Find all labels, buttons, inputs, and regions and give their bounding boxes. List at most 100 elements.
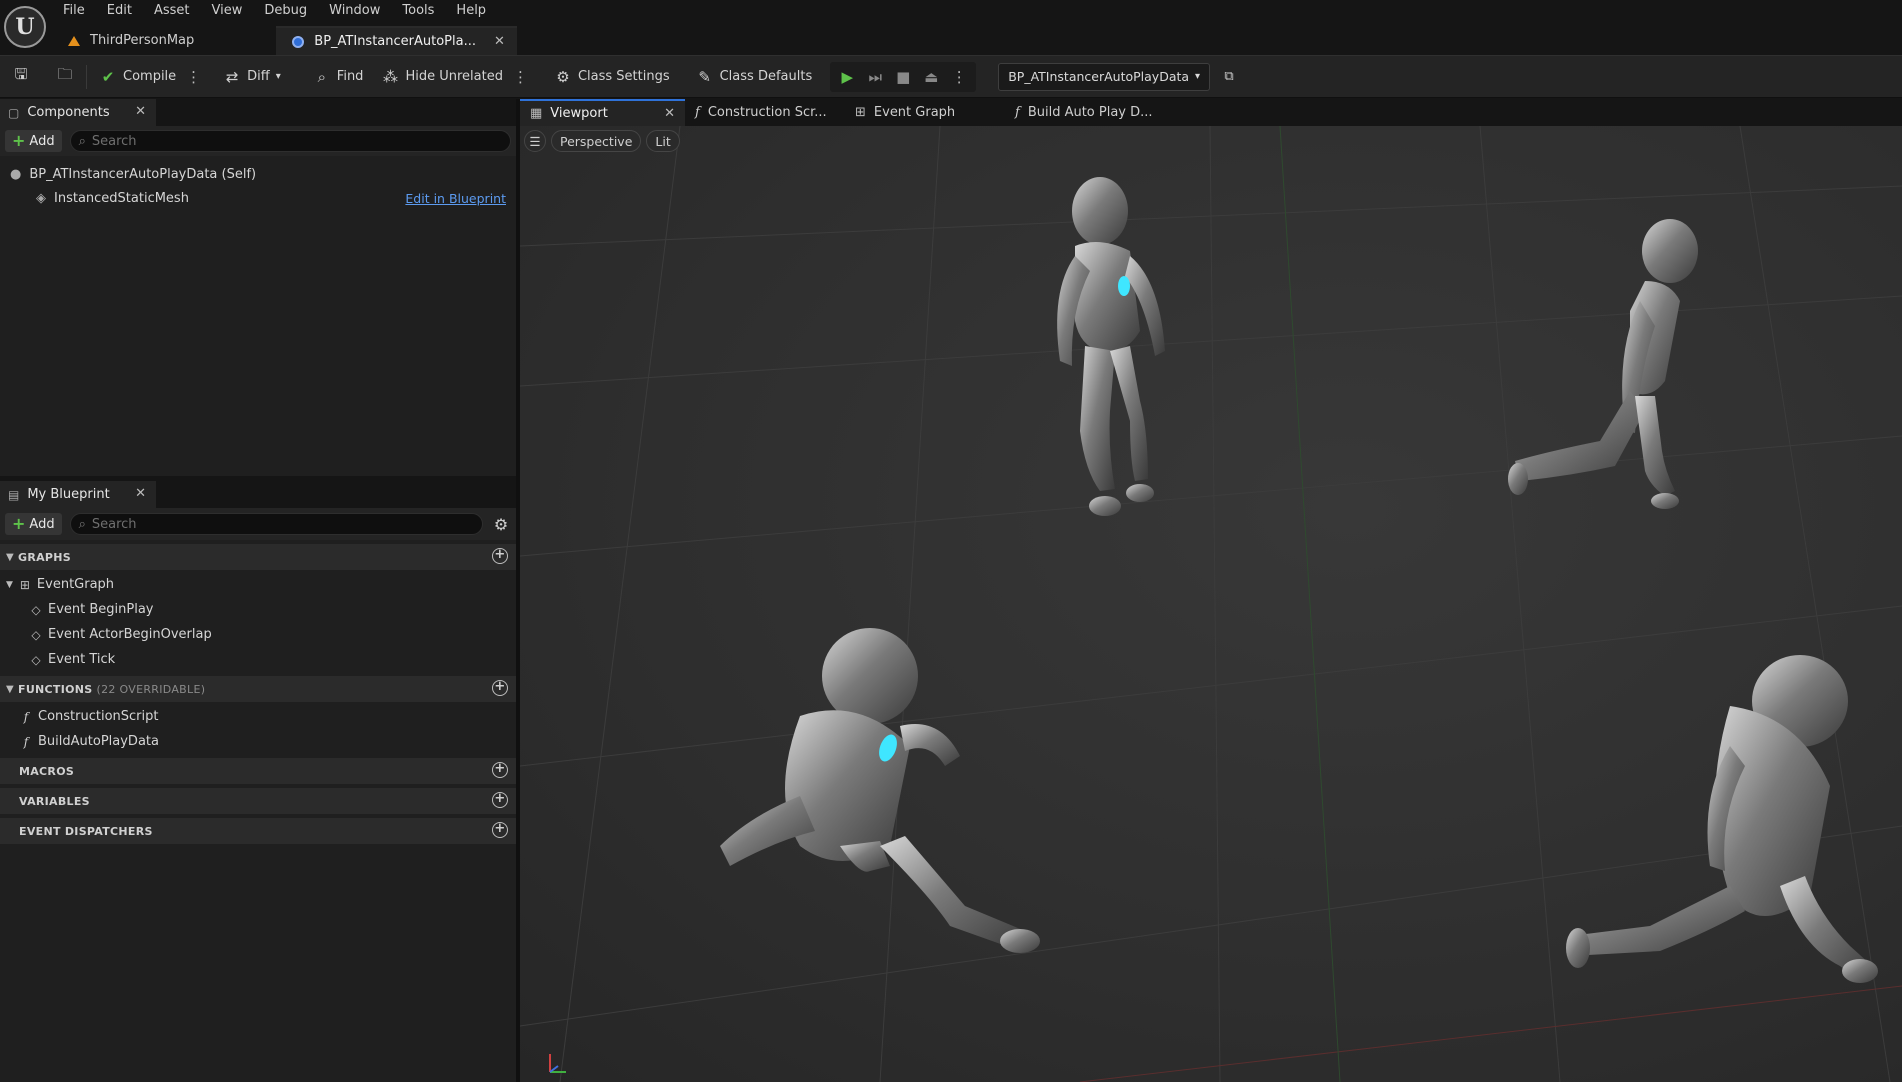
tab-my-blueprint[interactable]: ▤ My Blueprint ✕ bbox=[0, 481, 156, 508]
class-defaults-button[interactable]: ✎ Class Defaults bbox=[690, 62, 819, 92]
function-icon: f bbox=[695, 105, 700, 120]
section-graphs[interactable]: ▼ GRAPHS + bbox=[0, 544, 516, 570]
tab-event-graph[interactable]: ⊞ Event Graph bbox=[845, 99, 1005, 126]
function-item[interactable]: f BuildAutoPlayData bbox=[0, 729, 516, 754]
edit-in-blueprint-link[interactable]: Edit in Blueprint bbox=[405, 191, 506, 206]
browse-folder-icon: 🗀 bbox=[57, 65, 73, 83]
close-icon[interactable]: ✕ bbox=[135, 486, 146, 501]
perspective-button[interactable]: Perspective bbox=[551, 130, 642, 152]
chevron-down-icon: ▾ bbox=[275, 71, 281, 82]
level-map-icon bbox=[68, 35, 80, 46]
function-item[interactable]: f ConstructionScript bbox=[0, 704, 516, 729]
tab-label: Build Auto Play D... bbox=[1027, 105, 1153, 120]
add-macro-icon[interactable]: + bbox=[492, 762, 508, 778]
add-graph-icon[interactable]: + bbox=[492, 548, 508, 564]
menu-file[interactable]: File bbox=[52, 0, 96, 22]
diff-label: Diff bbox=[247, 69, 270, 84]
doc-tab-thirdpersonmap[interactable]: ThirdPersonMap bbox=[52, 26, 276, 55]
add-dispatcher-icon[interactable]: + bbox=[492, 822, 508, 838]
browse-debug-button[interactable]: ⧉ bbox=[1214, 62, 1244, 92]
graph-event-item[interactable]: ◇ Event ActorBeginOverlap bbox=[0, 622, 516, 647]
components-toolbar: + Add ⌕ bbox=[0, 126, 516, 156]
event-icon: ◇ bbox=[31, 602, 41, 617]
play-options-icon[interactable]: ⋮ bbox=[946, 64, 972, 90]
mannequin-figure[interactable] bbox=[1480, 211, 1710, 631]
section-event-dispatchers[interactable]: EVENT DISPATCHERS + bbox=[0, 818, 516, 844]
doc-tab-label: BP_ATInstancerAutoPla... bbox=[314, 34, 477, 49]
function-icon: f bbox=[23, 709, 29, 724]
mannequin-figure[interactable] bbox=[1030, 171, 1190, 571]
actor-icon: ● bbox=[10, 166, 22, 182]
viewport-menu-icon[interactable]: ☰ bbox=[524, 130, 546, 152]
graph-event-item[interactable]: ◇ Event BeginPlay bbox=[0, 597, 516, 622]
hide-unrelated-button[interactable]: ⁂ Hide Unrelated bbox=[375, 62, 509, 92]
add-function-icon[interactable]: + bbox=[492, 680, 508, 696]
play-icon[interactable]: ▶ bbox=[834, 64, 860, 90]
find-button[interactable]: ⌕ Find bbox=[307, 62, 370, 92]
my-blueprint-search-input[interactable] bbox=[91, 516, 474, 532]
my-blueprint-tabbar: ▤ My Blueprint ✕ bbox=[0, 481, 516, 508]
menu-window[interactable]: Window bbox=[318, 0, 391, 22]
close-icon[interactable]: ✕ bbox=[664, 106, 675, 121]
toolbar-divider bbox=[86, 64, 87, 89]
my-blueprint-panel: ▤ My Blueprint ✕ + Add ⌕ ⚙ ▼ GRAPHS + ▼ … bbox=[0, 481, 516, 1082]
graph-event-item[interactable]: ◇ Event Tick bbox=[0, 647, 516, 672]
close-icon[interactable]: ✕ bbox=[494, 34, 505, 49]
debug-object-select[interactable]: BP_ATInstancerAutoPlayData ▾ bbox=[998, 62, 1211, 91]
menu-edit[interactable]: Edit bbox=[96, 0, 143, 22]
viewport[interactable]: ☰ Perspective Lit bbox=[520, 126, 1902, 1082]
function-icon: f bbox=[1015, 105, 1020, 120]
components-search-input[interactable] bbox=[91, 133, 502, 149]
lit-button[interactable]: Lit bbox=[646, 130, 680, 152]
stop-icon[interactable]: ■ bbox=[890, 64, 916, 90]
caret-down-icon: ▼ bbox=[6, 579, 13, 590]
my-blueprint-toolbar: + Add ⌕ ⚙ bbox=[0, 508, 516, 540]
menu-asset[interactable]: Asset bbox=[143, 0, 201, 22]
event-graph-icon: ⊞ bbox=[19, 577, 30, 592]
instanced-mesh-icon: ◈ bbox=[36, 190, 46, 206]
compile-options-icon[interactable]: ⋮ bbox=[182, 68, 205, 86]
section-functions[interactable]: ▼ FUNCTIONS (22 OVERRIDABLE) + bbox=[0, 676, 516, 702]
hide-unrelated-options-icon[interactable]: ⋮ bbox=[509, 68, 532, 86]
close-icon[interactable]: ✕ bbox=[135, 104, 146, 119]
tab-label: Components bbox=[27, 105, 110, 120]
add-member-button[interactable]: + Add bbox=[5, 513, 62, 535]
class-settings-button[interactable]: ⚙ Class Settings bbox=[548, 62, 676, 92]
tab-components[interactable]: ▢ Components ✕ bbox=[0, 99, 156, 126]
doc-tab-label: ThirdPersonMap bbox=[90, 33, 195, 48]
menu-bar: File Edit Asset View Debug Window Tools … bbox=[52, 0, 497, 22]
menu-tools[interactable]: Tools bbox=[391, 0, 445, 22]
mannequin-figure[interactable] bbox=[1400, 646, 1900, 1076]
graph-eventgraph[interactable]: ▼ ⊞ EventGraph bbox=[0, 572, 516, 597]
diff-icon: ⇄ bbox=[225, 67, 239, 86]
compile-button[interactable]: ✔ Compile bbox=[93, 62, 182, 92]
function-label: BuildAutoPlayData bbox=[38, 734, 159, 749]
section-variables[interactable]: VARIABLES + bbox=[0, 788, 516, 814]
eject-icon[interactable]: ⏏ bbox=[918, 64, 944, 90]
component-self-row[interactable]: ● BP_ATInstancerAutoPlayData (Self) bbox=[0, 162, 516, 186]
gear-icon: ⚙ bbox=[556, 67, 570, 86]
menu-debug[interactable]: Debug bbox=[253, 0, 318, 22]
mannequin-figure[interactable] bbox=[690, 616, 1090, 1016]
component-row[interactable]: ◈ InstancedStaticMesh Edit in Blueprint bbox=[0, 186, 516, 210]
menu-help[interactable]: Help bbox=[445, 0, 497, 22]
unreal-logo-icon[interactable]: U bbox=[4, 6, 46, 48]
tab-viewport[interactable]: ▦ Viewport ✕ bbox=[520, 99, 685, 126]
find-icon: ⌕ bbox=[317, 67, 326, 86]
event-icon: ◇ bbox=[31, 652, 41, 667]
tab-construction-script[interactable]: f Construction Scr... bbox=[685, 99, 845, 126]
menu-view[interactable]: View bbox=[201, 0, 254, 22]
save-button[interactable]: 🖫 bbox=[6, 62, 36, 92]
tab-build-auto-play-data[interactable]: f Build Auto Play D... bbox=[1005, 99, 1165, 126]
diff-button[interactable]: ⇄ Diff ▾ bbox=[217, 62, 287, 92]
doc-tab-blueprint[interactable]: BP_ATInstancerAutoPla... ✕ bbox=[276, 26, 517, 55]
hide-unrelated-label: Hide Unrelated bbox=[405, 69, 503, 84]
compile-label: Compile bbox=[123, 69, 177, 84]
event-label: Event ActorBeginOverlap bbox=[48, 627, 212, 642]
gear-icon[interactable]: ⚙ bbox=[491, 515, 511, 534]
step-icon[interactable]: ⏭ bbox=[862, 64, 888, 90]
section-macros[interactable]: MACROS + bbox=[0, 758, 516, 784]
browse-button[interactable]: 🗀 bbox=[50, 62, 80, 92]
add-variable-icon[interactable]: + bbox=[492, 792, 508, 808]
add-component-button[interactable]: + Add bbox=[5, 130, 62, 152]
